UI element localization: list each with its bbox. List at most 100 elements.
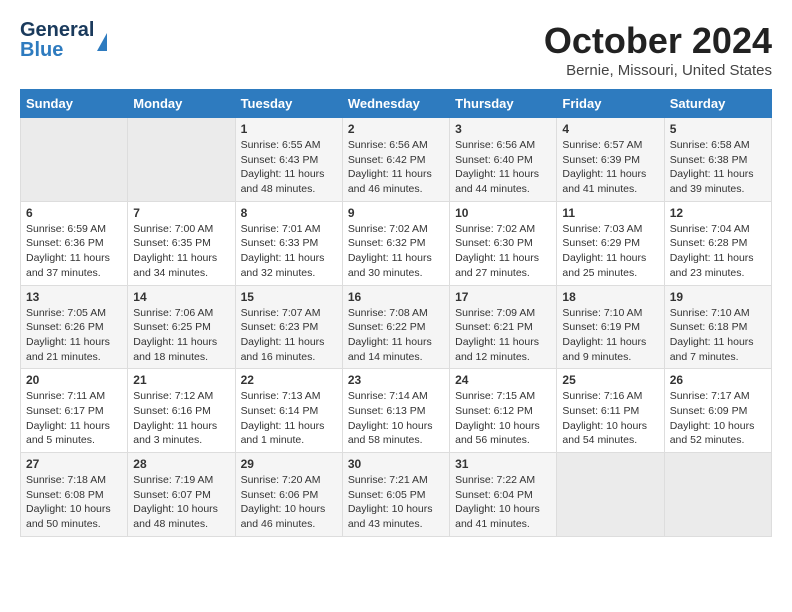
main-title: October 2024 <box>544 20 772 62</box>
day-number: 13 <box>26 290 122 304</box>
calendar-cell: 26 Sunrise: 7:17 AM Sunset: 6:09 PM Dayli… <box>664 369 771 453</box>
day-info: Sunrise: 7:19 AM Sunset: 6:07 PM Dayligh… <box>133 473 229 532</box>
calendar-cell: 6Sunrise: 6:59 AM Sunset: 6:36 PM Daylig… <box>21 201 128 285</box>
day-header-friday: Friday <box>557 90 664 118</box>
day-number: 26 <box>670 373 766 387</box>
calendar-week-row: 20Sunrise: 7:11 AM Sunset: 6:17 PM Dayli… <box>21 369 772 453</box>
calendar-cell: 19 Sunrise: 7:10 AM Sunset: 6:18 PM Dayli… <box>664 285 771 369</box>
calendar-cell: 29 Sunrise: 7:20 AM Sunset: 6:06 PM Dayli… <box>235 453 342 537</box>
day-number: 25 <box>562 373 658 387</box>
day-info: Sunrise: 7:01 AM Sunset: 6:33 PM Dayligh… <box>241 222 337 281</box>
day-number: 12 <box>670 206 766 220</box>
calendar-cell: 24 Sunrise: 7:15 AM Sunset: 6:12 PM Dayli… <box>450 369 557 453</box>
title-section: October 2024 Bernie, Missouri, United St… <box>544 20 772 79</box>
calendar-cell: 23Sunrise: 7:14 AM Sunset: 6:13 PM Dayli… <box>342 369 449 453</box>
day-info: Sunrise: 6:56 AM Sunset: 6:42 PM Dayligh… <box>348 138 444 197</box>
calendar-cell: 1 Sunrise: 6:55 AM Sunset: 6:43 PM Daylig… <box>235 118 342 202</box>
calendar-cell: 31Sunrise: 7:22 AM Sunset: 6:04 PM Dayli… <box>450 453 557 537</box>
day-number: 17 <box>455 290 551 304</box>
day-number: 11 <box>562 206 658 220</box>
day-info: Sunrise: 7:20 AM Sunset: 6:06 PM Dayligh… <box>241 473 337 532</box>
calendar-cell: 12 Sunrise: 7:04 AM Sunset: 6:28 PM Dayli… <box>664 201 771 285</box>
day-info: Sunrise: 7:00 AM Sunset: 6:35 PM Dayligh… <box>133 222 229 281</box>
calendar-week-row: 13 Sunrise: 7:05 AM Sunset: 6:26 PM Dayli… <box>21 285 772 369</box>
day-header-monday: Monday <box>128 90 235 118</box>
calendar-cell: 11 Sunrise: 7:03 AM Sunset: 6:29 PM Dayli… <box>557 201 664 285</box>
day-number: 24 <box>455 373 551 387</box>
day-info: Sunrise: 7:02 AM Sunset: 6:32 PM Dayligh… <box>348 222 444 281</box>
day-number: 4 <box>562 122 658 136</box>
calendar-week-row: 6Sunrise: 6:59 AM Sunset: 6:36 PM Daylig… <box>21 201 772 285</box>
day-number: 23 <box>348 373 444 387</box>
calendar-cell: 22Sunrise: 7:13 AM Sunset: 6:14 PM Dayli… <box>235 369 342 453</box>
day-info: Sunrise: 7:16 AM Sunset: 6:11 PM Dayligh… <box>562 389 658 448</box>
day-info: Sunrise: 6:58 AM Sunset: 6:38 PM Dayligh… <box>670 138 766 197</box>
day-number: 21 <box>133 373 229 387</box>
day-number: 15 <box>241 290 337 304</box>
calendar-cell: 21 Sunrise: 7:12 AM Sunset: 6:16 PM Dayli… <box>128 369 235 453</box>
calendar-header-row: SundayMondayTuesdayWednesdayThursdayFrid… <box>21 90 772 118</box>
day-number: 18 <box>562 290 658 304</box>
logo-blue-text: Blue <box>20 40 94 60</box>
calendar-cell: 16Sunrise: 7:08 AM Sunset: 6:22 PM Dayli… <box>342 285 449 369</box>
calendar-week-row: 1 Sunrise: 6:55 AM Sunset: 6:43 PM Daylig… <box>21 118 772 202</box>
day-number: 28 <box>133 457 229 471</box>
day-info: Sunrise: 7:10 AM Sunset: 6:19 PM Dayligh… <box>562 306 658 365</box>
calendar-cell: 9 Sunrise: 7:02 AM Sunset: 6:32 PM Daylig… <box>342 201 449 285</box>
calendar-week-row: 27 Sunrise: 7:18 AM Sunset: 6:08 PM Dayli… <box>21 453 772 537</box>
day-info: Sunrise: 7:07 AM Sunset: 6:23 PM Dayligh… <box>241 306 337 365</box>
day-number: 7 <box>133 206 229 220</box>
day-number: 30 <box>348 457 444 471</box>
day-info: Sunrise: 7:17 AM Sunset: 6:09 PM Dayligh… <box>670 389 766 448</box>
calendar-cell <box>557 453 664 537</box>
calendar-cell: 10Sunrise: 7:02 AM Sunset: 6:30 PM Dayli… <box>450 201 557 285</box>
day-number: 16 <box>348 290 444 304</box>
day-number: 2 <box>348 122 444 136</box>
day-info: Sunrise: 7:05 AM Sunset: 6:26 PM Dayligh… <box>26 306 122 365</box>
day-info: Sunrise: 6:56 AM Sunset: 6:40 PM Dayligh… <box>455 138 551 197</box>
calendar-cell: 3 Sunrise: 6:56 AM Sunset: 6:40 PM Daylig… <box>450 118 557 202</box>
day-info: Sunrise: 6:57 AM Sunset: 6:39 PM Dayligh… <box>562 138 658 197</box>
day-info: Sunrise: 6:55 AM Sunset: 6:43 PM Dayligh… <box>241 138 337 197</box>
calendar-cell: 20Sunrise: 7:11 AM Sunset: 6:17 PM Dayli… <box>21 369 128 453</box>
day-number: 20 <box>26 373 122 387</box>
day-number: 3 <box>455 122 551 136</box>
calendar-cell: 14Sunrise: 7:06 AM Sunset: 6:25 PM Dayli… <box>128 285 235 369</box>
day-info: Sunrise: 7:12 AM Sunset: 6:16 PM Dayligh… <box>133 389 229 448</box>
calendar-cell: 7 Sunrise: 7:00 AM Sunset: 6:35 PM Daylig… <box>128 201 235 285</box>
day-info: Sunrise: 7:13 AM Sunset: 6:14 PM Dayligh… <box>241 389 337 448</box>
day-info: Sunrise: 7:04 AM Sunset: 6:28 PM Dayligh… <box>670 222 766 281</box>
calendar-cell: 28 Sunrise: 7:19 AM Sunset: 6:07 PM Dayli… <box>128 453 235 537</box>
day-info: Sunrise: 7:18 AM Sunset: 6:08 PM Dayligh… <box>26 473 122 532</box>
calendar-cell: 30 Sunrise: 7:21 AM Sunset: 6:05 PM Dayli… <box>342 453 449 537</box>
day-number: 27 <box>26 457 122 471</box>
calendar-cell: 25 Sunrise: 7:16 AM Sunset: 6:11 PM Dayli… <box>557 369 664 453</box>
calendar-table: SundayMondayTuesdayWednesdayThursdayFrid… <box>20 89 772 537</box>
day-number: 19 <box>670 290 766 304</box>
logo: General Blue <box>20 20 107 60</box>
day-number: 14 <box>133 290 229 304</box>
day-number: 9 <box>348 206 444 220</box>
subtitle: Bernie, Missouri, United States <box>544 62 772 79</box>
calendar-cell: 5 Sunrise: 6:58 AM Sunset: 6:38 PM Daylig… <box>664 118 771 202</box>
day-number: 8 <box>241 206 337 220</box>
header: General Blue October 2024 Bernie, Missou… <box>20 20 772 79</box>
day-info: Sunrise: 7:10 AM Sunset: 6:18 PM Dayligh… <box>670 306 766 365</box>
day-number: 1 <box>241 122 337 136</box>
day-header-wednesday: Wednesday <box>342 90 449 118</box>
calendar-cell: 17Sunrise: 7:09 AM Sunset: 6:21 PM Dayli… <box>450 285 557 369</box>
calendar-cell <box>664 453 771 537</box>
calendar-cell: 4 Sunrise: 6:57 AM Sunset: 6:39 PM Daylig… <box>557 118 664 202</box>
calendar-cell: 2 Sunrise: 6:56 AM Sunset: 6:42 PM Daylig… <box>342 118 449 202</box>
day-number: 6 <box>26 206 122 220</box>
day-number: 5 <box>670 122 766 136</box>
logo-triangle-icon <box>97 33 107 51</box>
day-info: Sunrise: 7:15 AM Sunset: 6:12 PM Dayligh… <box>455 389 551 448</box>
day-header-saturday: Saturday <box>664 90 771 118</box>
day-info: Sunrise: 7:02 AM Sunset: 6:30 PM Dayligh… <box>455 222 551 281</box>
day-number: 29 <box>241 457 337 471</box>
day-number: 31 <box>455 457 551 471</box>
calendar-cell: 13 Sunrise: 7:05 AM Sunset: 6:26 PM Dayli… <box>21 285 128 369</box>
day-info: Sunrise: 7:21 AM Sunset: 6:05 PM Dayligh… <box>348 473 444 532</box>
day-info: Sunrise: 7:03 AM Sunset: 6:29 PM Dayligh… <box>562 222 658 281</box>
